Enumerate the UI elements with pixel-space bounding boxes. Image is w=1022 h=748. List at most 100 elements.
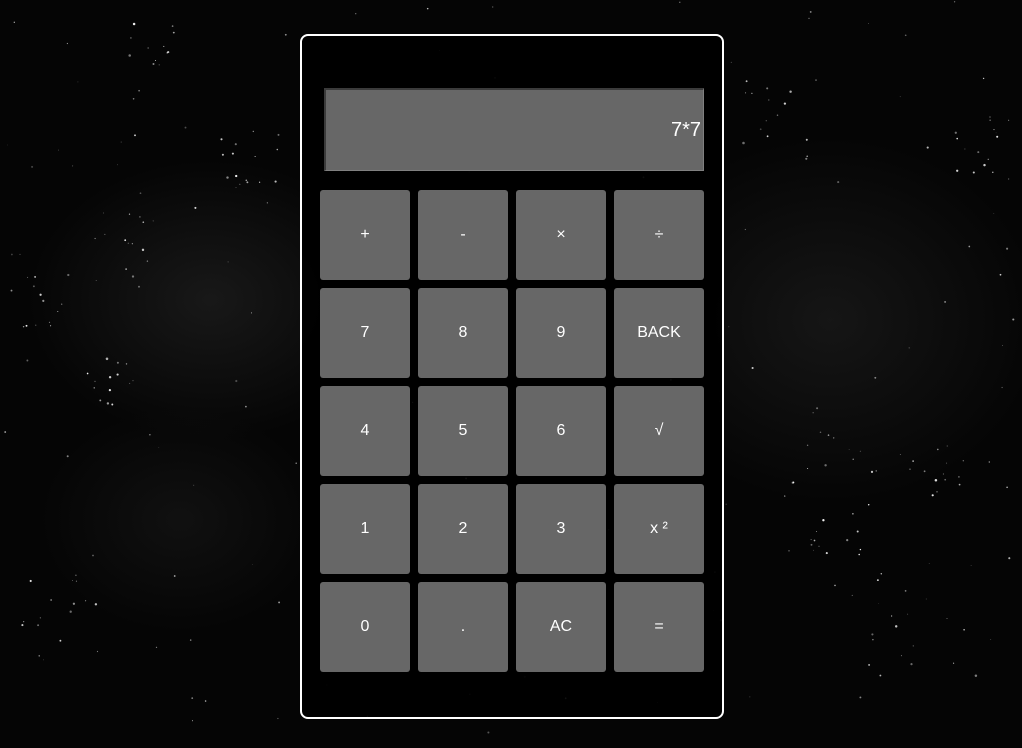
star bbox=[277, 133, 280, 136]
star bbox=[868, 663, 871, 666]
star bbox=[987, 158, 989, 160]
star bbox=[104, 233, 106, 235]
star bbox=[766, 87, 769, 90]
star bbox=[132, 98, 135, 100]
star bbox=[968, 245, 971, 248]
star bbox=[679, 1, 681, 3]
digit-3-button[interactable]: 3 bbox=[516, 484, 606, 574]
decimal-point-button[interactable]: . bbox=[418, 582, 508, 672]
star bbox=[926, 146, 929, 149]
star bbox=[487, 731, 490, 734]
star bbox=[812, 412, 814, 414]
star bbox=[846, 539, 849, 542]
star bbox=[251, 564, 253, 565]
divide-button[interactable]: ÷ bbox=[614, 190, 704, 280]
star bbox=[809, 10, 812, 13]
digit-0-button[interactable]: 0 bbox=[320, 582, 410, 672]
equals-button[interactable]: = bbox=[614, 582, 704, 672]
star bbox=[116, 361, 119, 364]
star bbox=[35, 324, 37, 326]
star bbox=[38, 655, 40, 657]
star bbox=[928, 562, 930, 564]
star bbox=[191, 697, 194, 699]
star bbox=[7, 144, 8, 146]
star bbox=[982, 77, 985, 80]
star bbox=[171, 25, 174, 27]
star bbox=[813, 539, 816, 542]
add-button[interactable]: + bbox=[320, 190, 410, 280]
multiply-button[interactable]: × bbox=[516, 190, 606, 280]
star bbox=[39, 617, 41, 619]
digit-7-button[interactable]: 7 bbox=[320, 288, 410, 378]
subtract-button[interactable]: - bbox=[418, 190, 508, 280]
star bbox=[1008, 557, 1011, 560]
star bbox=[355, 13, 357, 15]
star bbox=[4, 431, 7, 433]
star bbox=[810, 543, 813, 546]
star bbox=[13, 21, 15, 23]
star bbox=[94, 237, 96, 240]
star bbox=[277, 717, 279, 720]
star bbox=[792, 481, 795, 484]
star bbox=[1012, 318, 1015, 321]
digit-6-button[interactable]: 6 bbox=[516, 386, 606, 476]
star bbox=[252, 130, 254, 133]
star bbox=[868, 22, 869, 24]
star bbox=[859, 548, 862, 551]
star bbox=[124, 239, 127, 242]
star bbox=[806, 444, 809, 446]
star bbox=[805, 138, 808, 141]
digit-2-button[interactable]: 2 bbox=[418, 484, 508, 574]
star bbox=[192, 720, 193, 722]
star bbox=[728, 326, 730, 328]
star bbox=[904, 590, 907, 592]
backspace-button[interactable]: BACK bbox=[614, 288, 704, 378]
star bbox=[139, 216, 141, 218]
star bbox=[69, 610, 72, 613]
star bbox=[274, 180, 277, 183]
all-clear-button[interactable]: AC bbox=[516, 582, 606, 672]
star bbox=[59, 639, 62, 642]
star bbox=[50, 325, 52, 327]
star bbox=[204, 700, 207, 702]
digit-1-button[interactable]: 1 bbox=[320, 484, 410, 574]
star bbox=[745, 80, 748, 83]
star bbox=[751, 366, 754, 370]
star bbox=[936, 448, 939, 451]
digit-9-button[interactable]: 9 bbox=[516, 288, 606, 378]
star bbox=[958, 483, 961, 486]
digit-4-button[interactable]: 4 bbox=[320, 386, 410, 476]
star bbox=[751, 92, 753, 95]
star bbox=[129, 382, 131, 384]
star bbox=[848, 449, 850, 450]
star bbox=[867, 504, 870, 506]
star bbox=[295, 462, 297, 465]
square-root-button[interactable]: √ bbox=[614, 386, 704, 476]
star bbox=[426, 7, 429, 10]
star bbox=[226, 176, 229, 179]
star bbox=[26, 359, 29, 362]
star bbox=[899, 454, 901, 455]
digit-8-button[interactable]: 8 bbox=[418, 288, 508, 378]
star bbox=[909, 468, 911, 471]
keypad: + - × ÷ 7 8 9 BACK 4 5 6 √ 1 2 3 x ² 0 .… bbox=[320, 190, 704, 672]
star bbox=[725, 503, 727, 505]
digit-5-button[interactable]: 5 bbox=[418, 386, 508, 476]
star bbox=[132, 380, 134, 382]
star bbox=[128, 54, 131, 57]
star bbox=[278, 601, 281, 604]
star bbox=[95, 280, 97, 281]
star bbox=[258, 181, 261, 183]
star bbox=[993, 213, 995, 214]
square-button[interactable]: x ² bbox=[614, 484, 704, 574]
star bbox=[21, 624, 24, 627]
star bbox=[61, 303, 63, 305]
star bbox=[66, 42, 68, 45]
star bbox=[37, 624, 40, 627]
star bbox=[235, 174, 238, 178]
star bbox=[111, 403, 114, 406]
star bbox=[936, 491, 938, 493]
star bbox=[813, 549, 814, 551]
star bbox=[956, 169, 959, 172]
star bbox=[245, 179, 248, 182]
